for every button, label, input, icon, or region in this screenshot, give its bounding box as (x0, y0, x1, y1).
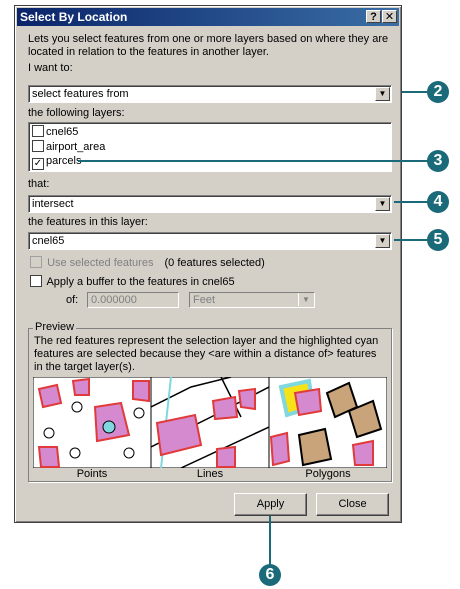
chevron-down-icon[interactable]: ▼ (375, 234, 390, 248)
use-selected-row[interactable]: Use selected features (0 features select… (30, 256, 265, 269)
use-selected-checkbox[interactable] (30, 256, 42, 268)
buffer-row[interactable]: Apply a buffer to the features in cnel65 (30, 275, 235, 288)
following-layers-label: the following layers: (28, 107, 125, 119)
callout-line-3 (78, 160, 428, 162)
i-want-to-label: I want to: (28, 62, 73, 74)
target-layer-value: cnel65 (32, 235, 65, 247)
method-dropdown[interactable]: select features from ▼ (28, 85, 392, 103)
preview-thumbnails (33, 377, 387, 468)
that-label: that: (28, 178, 50, 190)
buffer-of-label: of: (66, 294, 79, 306)
polygons-label: Polygons (305, 468, 351, 480)
layer-name: airport_area (46, 141, 106, 153)
buffer-units-dropdown[interactable]: Feet ▼ (189, 292, 315, 308)
features-layer-label: the features in this layer: (28, 216, 148, 228)
chevron-down-icon[interactable]: ▼ (298, 293, 313, 306)
buffer-distance-input[interactable]: 0.000000 (87, 292, 179, 308)
method-value: select features from (32, 88, 129, 100)
layer-item-airport-area[interactable]: airport_area (32, 140, 105, 155)
description-text: Lets you select features from one or mor… (28, 33, 389, 58)
callout-line-4 (394, 201, 428, 203)
callout-4: 4 (427, 191, 449, 213)
chevron-down-icon[interactable]: ▼ (375, 197, 390, 211)
polygons-preview-image (269, 377, 387, 468)
layer-item-cnel65[interactable]: cnel65 (32, 125, 78, 140)
callout-line-5 (394, 239, 428, 241)
relation-value: intersect (32, 198, 74, 210)
apply-button[interactable]: Apply (234, 493, 307, 516)
preview-description: The red features represent the selection… (34, 335, 379, 373)
points-label: Points (76, 468, 108, 480)
points-preview-image (33, 377, 151, 468)
window-title: Select By Location (20, 10, 128, 24)
lines-preview-image (151, 377, 269, 468)
target-layer-dropdown[interactable]: cnel65 ▼ (28, 232, 392, 250)
close-window-button[interactable]: ✕ (382, 10, 397, 23)
buffer-label: Apply a buffer to the features in cnel65 (46, 276, 235, 288)
spatial-relation-dropdown[interactable]: intersect ▼ (28, 195, 392, 213)
callout-line-6 (269, 516, 271, 566)
callout-3: 3 (427, 150, 449, 172)
use-selected-label: Use selected features (47, 257, 154, 269)
layers-listbox[interactable]: cnel65 airport_area ✓ parcels (28, 122, 392, 172)
layer-name: parcels (46, 155, 82, 167)
callout-2: 2 (427, 81, 449, 103)
buffer-checkbox[interactable] (30, 275, 42, 287)
layer-name: cnel65 (46, 126, 79, 138)
layer-item-parcels[interactable]: ✓ parcels (32, 155, 81, 170)
checkbox-parcels[interactable]: ✓ (32, 158, 44, 170)
selected-count: (0 features selected) (164, 257, 265, 269)
units-value: Feet (193, 294, 216, 306)
lines-label: Lines (196, 468, 224, 480)
help-button[interactable]: ? (366, 10, 381, 23)
callout-line-2 (402, 91, 428, 93)
title-bar: Select By Location ? ✕ (17, 8, 399, 26)
preview-title: Preview (33, 321, 77, 333)
checkbox-airport-area[interactable] (32, 140, 44, 152)
callout-5: 5 (427, 229, 449, 251)
callout-6: 6 (259, 564, 281, 586)
close-button[interactable]: Close (316, 493, 389, 516)
checkbox-cnel65[interactable] (32, 125, 44, 137)
chevron-down-icon[interactable]: ▼ (375, 87, 390, 101)
